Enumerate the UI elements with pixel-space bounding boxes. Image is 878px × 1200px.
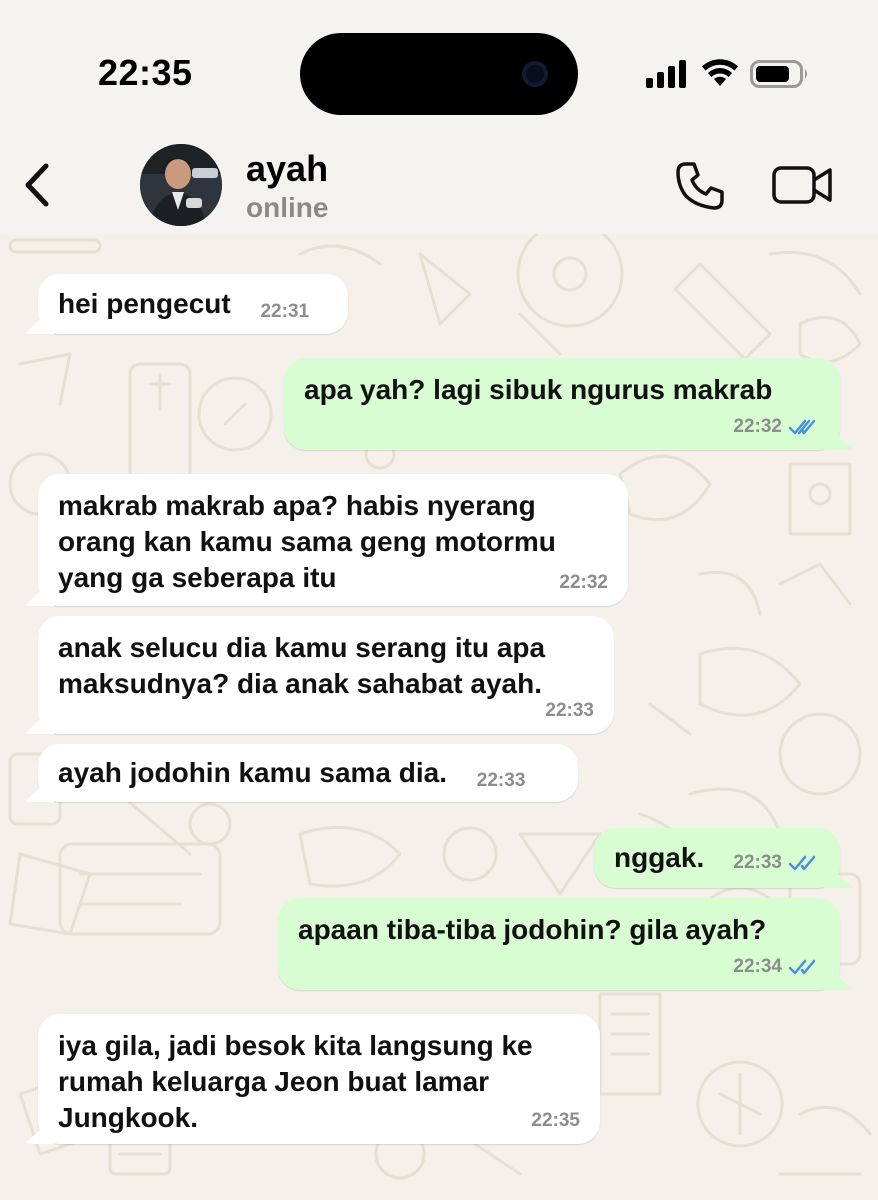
message-meta: 22:32	[559, 572, 608, 594]
message-text: makrab makrab apa? habis nyerang orang k…	[58, 490, 556, 593]
double-check-read-icon	[788, 419, 816, 435]
video-call-button[interactable]	[772, 162, 834, 208]
message-time: 22:32	[559, 572, 608, 593]
cellular-signal-icon	[646, 60, 686, 88]
wifi-icon	[702, 59, 738, 86]
message-bubble-incoming[interactable]: makrab makrab apa? habis nyerang orang k…	[38, 474, 628, 606]
top-bar: 22:35 ayah online	[0, 0, 878, 234]
message-meta: 22:34	[733, 956, 820, 978]
message-time: 22:32	[733, 416, 782, 437]
message-meta: 22:33	[733, 852, 820, 874]
message-text: hei pengecut	[58, 288, 231, 319]
message-bubble-outgoing[interactable]: apaan tiba-tiba jodohin? gila ayah? 22:3…	[278, 898, 840, 990]
phone-icon	[676, 162, 724, 210]
chat-area[interactable]: hei pengecut 22:31 apa yah? lagi sibuk n…	[0, 234, 878, 1200]
message-time: 22:33	[545, 700, 594, 721]
message-bubble-incoming[interactable]: iya gila, jadi besok kita langsung ke ru…	[38, 1014, 600, 1144]
contact-status: online	[246, 192, 329, 223]
voice-call-button[interactable]	[674, 160, 726, 212]
message-bubble-outgoing[interactable]: apa yah? lagi sibuk ngurus makrab 22:32	[284, 358, 840, 450]
message-text: nggak.	[614, 842, 705, 873]
contact-avatar[interactable]	[140, 144, 222, 226]
contact-name[interactable]: ayah	[246, 148, 328, 190]
double-check-read-icon	[788, 855, 816, 871]
message-text: ayah jodohin kamu sama dia.	[58, 757, 448, 788]
front-camera	[522, 61, 548, 87]
status-time: 22:35	[98, 52, 193, 93]
message-bubble-incoming[interactable]: hei pengecut 22:31	[38, 274, 348, 334]
battery-icon	[750, 60, 807, 88]
message-bubble-outgoing[interactable]: nggak. 22:33	[594, 828, 840, 888]
dynamic-island	[300, 33, 578, 115]
message-meta: 22:32	[733, 416, 820, 438]
message-bubble-incoming[interactable]: anak selucu dia kamu serang itu apa maks…	[38, 616, 614, 734]
message-time: 22:34	[733, 956, 782, 977]
double-check-read-icon	[788, 959, 816, 975]
message-text: iya gila, jadi besok kita langsung ke ru…	[58, 1030, 533, 1133]
message-time: 22:31	[260, 301, 310, 322]
message-time: 22:33	[476, 770, 526, 791]
avatar-photo	[140, 144, 222, 226]
message-text: apaan tiba-tiba jodohin? gila ayah?	[298, 914, 767, 945]
message-text: anak selucu dia kamu serang itu apa maks…	[58, 632, 546, 699]
message-time: 22:35	[531, 1110, 580, 1131]
chevron-left-icon	[25, 163, 49, 207]
message-text: apa yah? lagi sibuk ngurus makrab	[304, 374, 773, 405]
message-time: 22:33	[733, 852, 782, 873]
video-camera-icon	[772, 166, 832, 204]
message-bubble-incoming[interactable]: ayah jodohin kamu sama dia. 22:33	[38, 744, 578, 802]
message-meta: 22:33	[545, 700, 594, 722]
back-button[interactable]	[20, 162, 56, 208]
message-meta: 22:35	[531, 1110, 580, 1132]
